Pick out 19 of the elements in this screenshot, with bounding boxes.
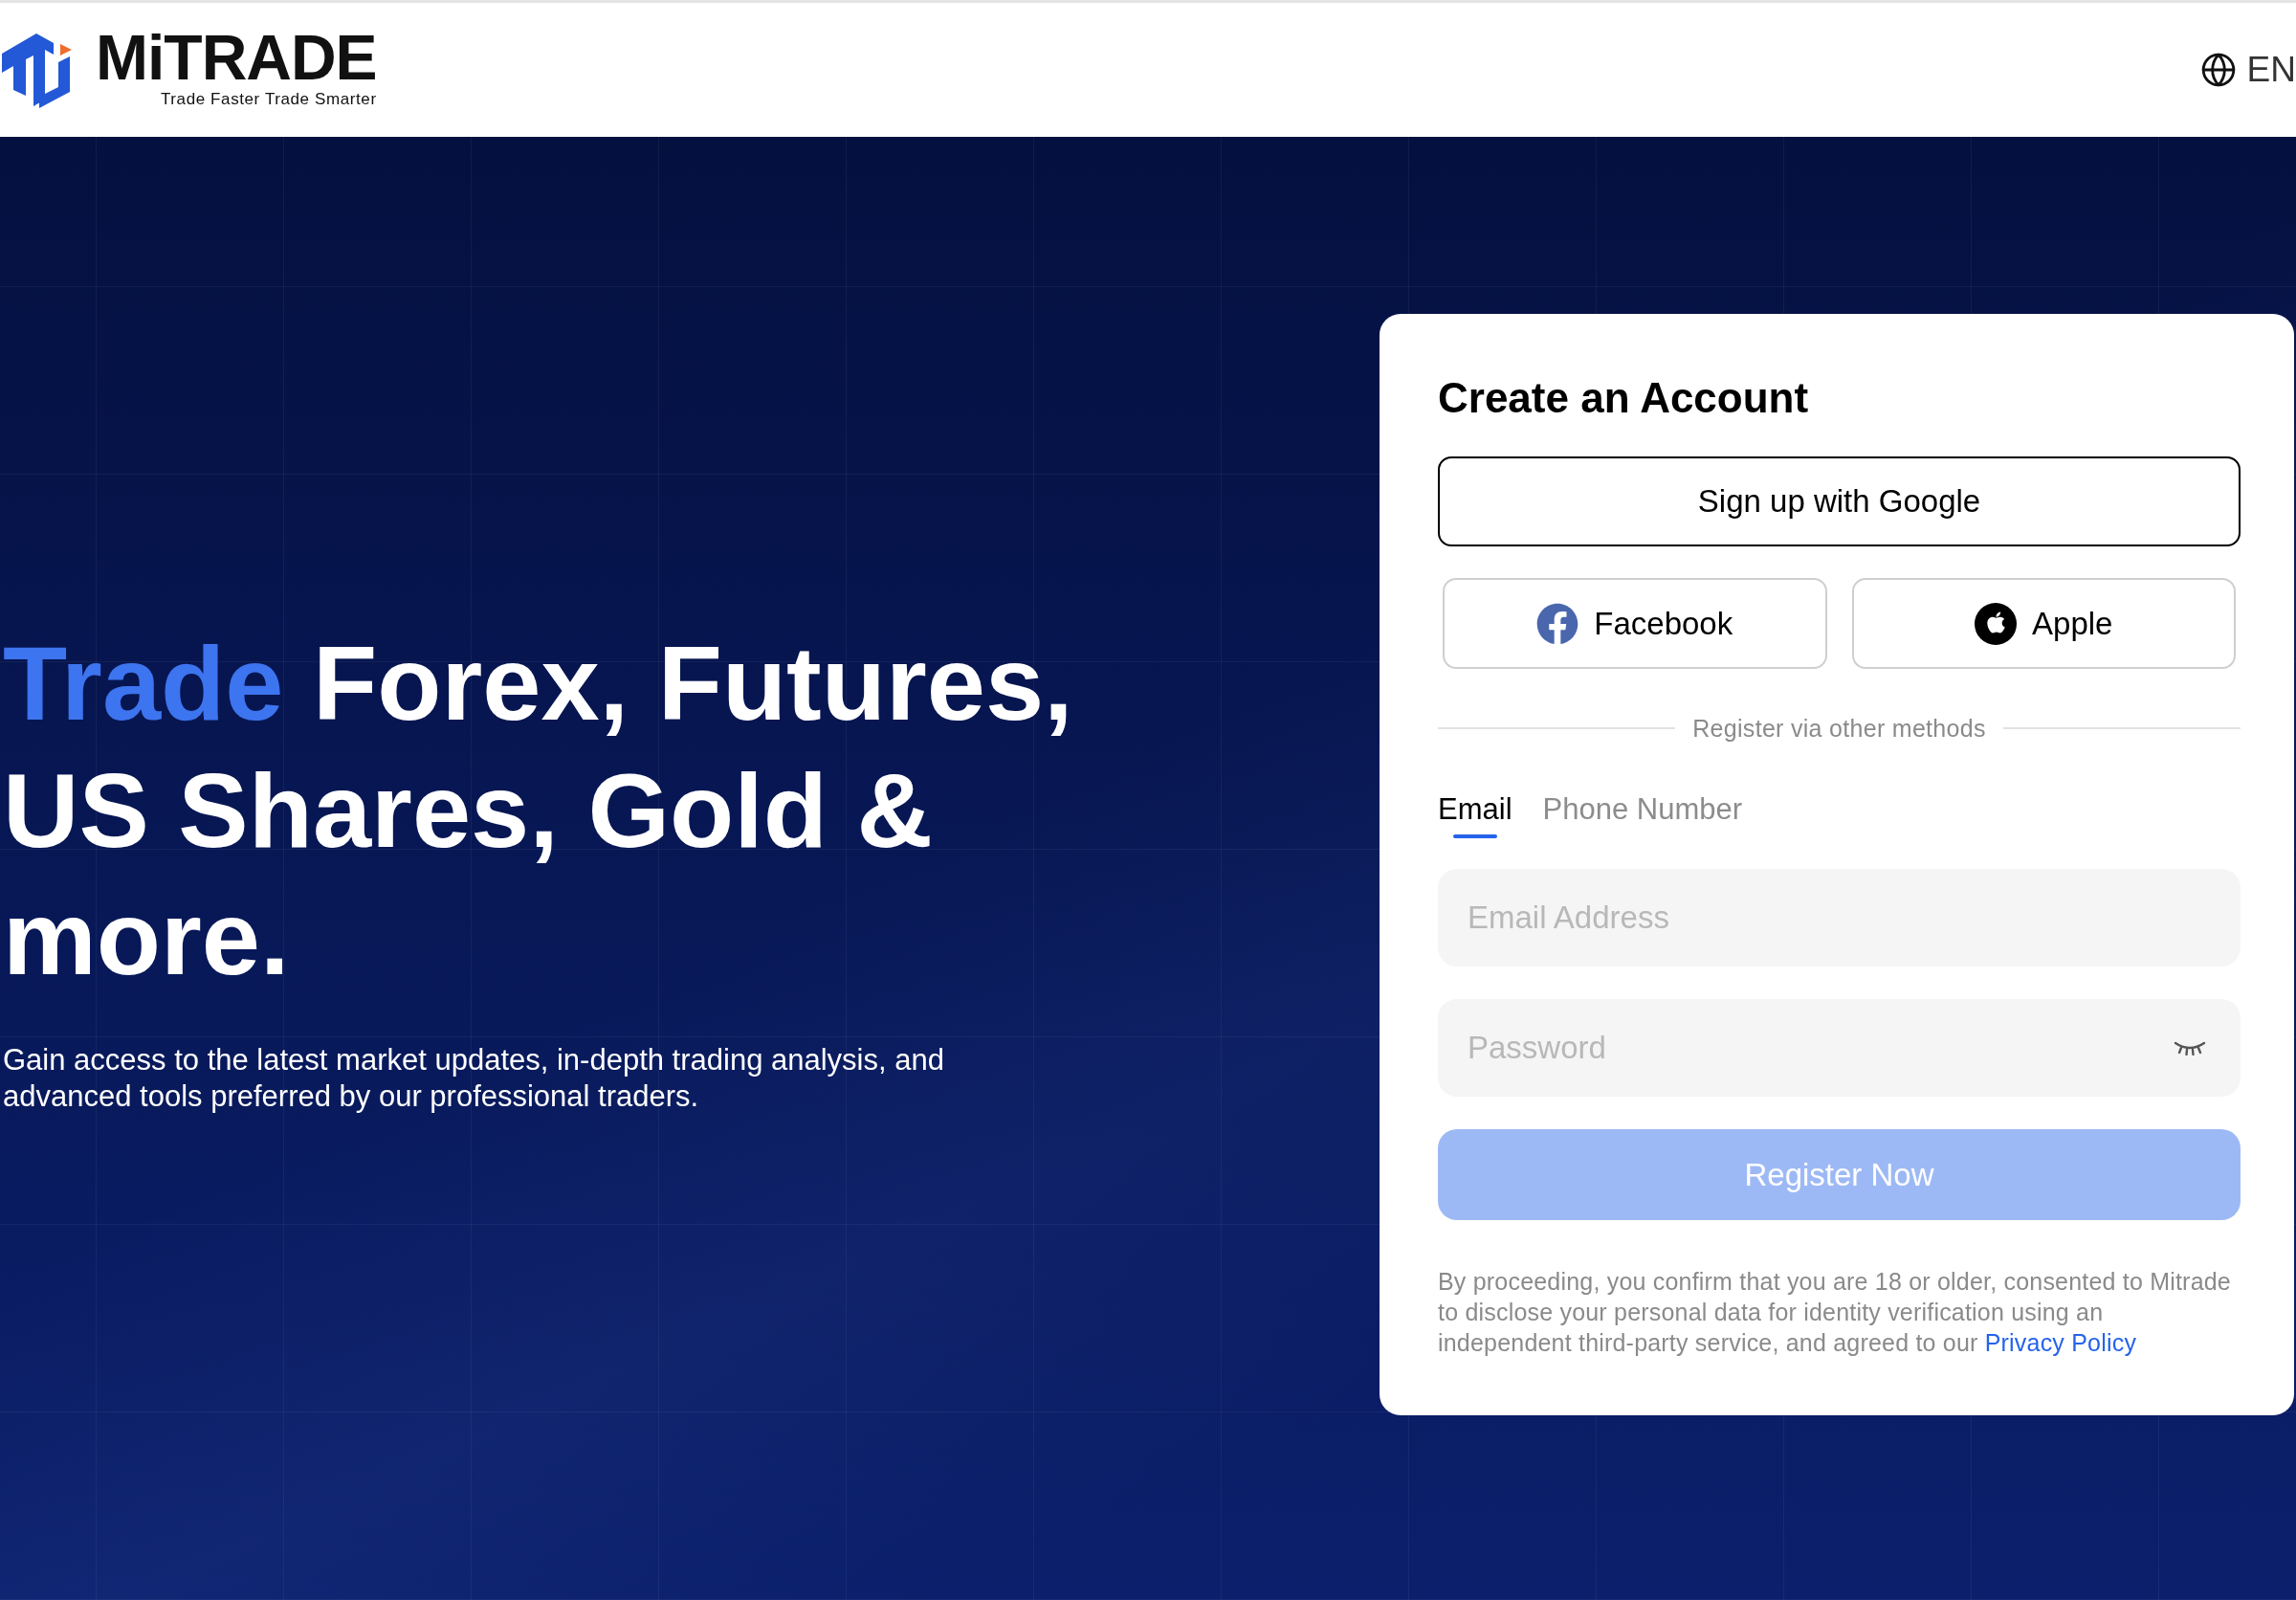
eye-closed-icon[interactable] (2174, 1040, 2206, 1056)
hero-headline: Trade Forex, Futures, US Shares, Gold & more. (3, 623, 1074, 998)
apple-button[interactable]: Apple (1851, 578, 2236, 669)
legal-notice: By proceeding, you confirm that you are 18 or older, consented to Mitrade to disclose your personal data for identity verification using an independent third-party service, and agreed to our Privacy Policy (1438, 1267, 2232, 1358)
facebook-button[interactable]: Facebook (1443, 578, 1827, 669)
password-field[interactable]: Password (1438, 999, 2241, 1097)
google-signup-button[interactable]: Sign up with Google (1438, 456, 2241, 546)
globe-icon (2199, 52, 2237, 88)
logo-tagline: Trade Faster Trade Smarter (161, 90, 377, 109)
language-button[interactable]: EN (2199, 49, 2296, 91)
logo-icon (2, 32, 73, 108)
logo-wordmark: MiTRADE (96, 31, 377, 84)
divider-text: Register via other methods (1692, 714, 1986, 743)
method-tab[interactable]: Email (1438, 790, 1512, 838)
facebook-icon (1536, 602, 1579, 645)
email-field[interactable]: Email Address (1438, 869, 2241, 967)
card-title: Create an Account (1438, 373, 1810, 423)
privacy-policy-link[interactable]: Privacy Policy (1984, 1329, 2137, 1356)
hero-description: Gain access to the latest market updates, in-depth trading analysis, and advanced tools preferred by our professional traders. (3, 1042, 945, 1115)
